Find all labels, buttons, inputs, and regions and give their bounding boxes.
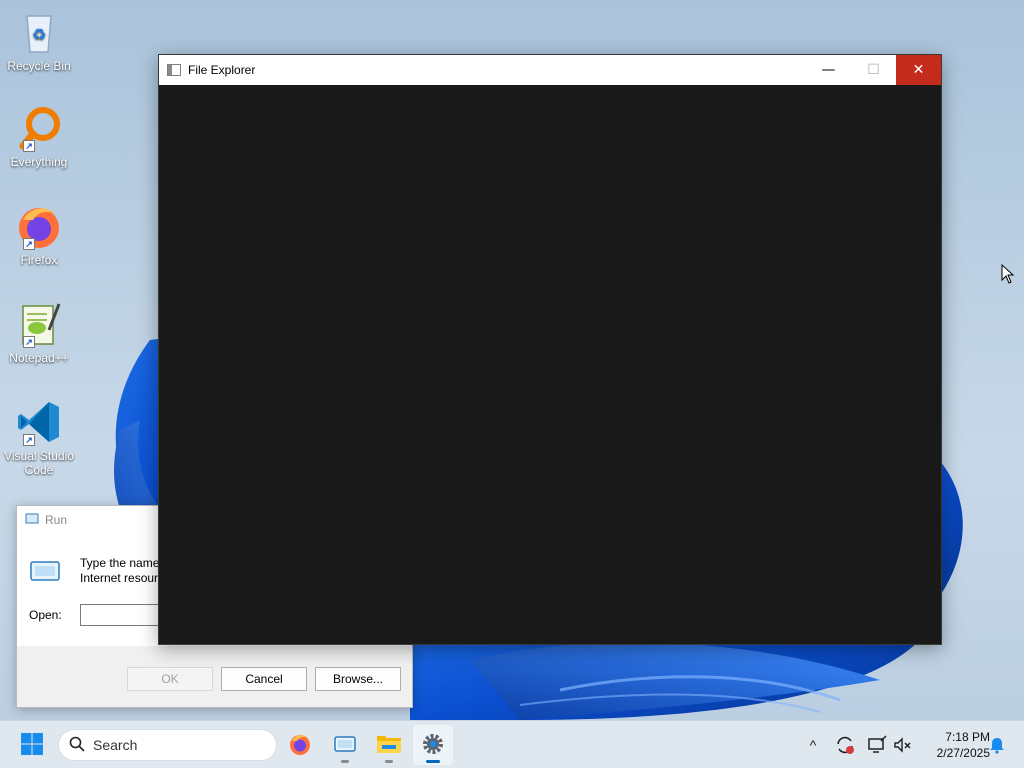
desktop-icon-firefox[interactable]: ↗ Firefox <box>4 202 74 267</box>
sync-error-icon[interactable] <box>833 733 857 757</box>
clock-date: 2/27/2025 <box>936 746 990 760</box>
run-browse-button[interactable]: Browse... <box>315 667 401 691</box>
svg-text:♻: ♻ <box>32 25 46 44</box>
desktop-icon-label: Visual Studio Code <box>4 449 74 477</box>
explorer-titlebar[interactable]: File Explorer — ☐ ✕ <box>159 55 941 85</box>
taskbar: Search ^ 7:18 PM 2/27/2025 <box>0 720 1024 768</box>
taskbar-file-explorer[interactable] <box>369 725 409 765</box>
run-ok-button[interactable]: OK <box>127 667 213 691</box>
file-explorer-icon <box>376 733 402 758</box>
start-icon <box>20 732 44 759</box>
desktop-icon-label: Firefox <box>20 253 58 267</box>
run-icon <box>333 734 357 757</box>
file-explorer-app-icon <box>167 64 181 76</box>
volume-muted-icon[interactable] <box>890 733 914 757</box>
desktop-icon-label: Notepad++ <box>9 351 69 365</box>
taskbar-firefox[interactable] <box>280 725 320 765</box>
maximize-button[interactable]: ☐ <box>851 55 896 85</box>
active-indicator <box>426 760 440 763</box>
settings-icon <box>421 732 445 759</box>
shortcut-arrow-icon: ↗ <box>23 336 35 348</box>
firefox-icon <box>288 732 312 759</box>
close-button[interactable]: ✕ <box>896 55 941 85</box>
explorer-content-area[interactable] <box>159 85 941 644</box>
notepad-plus-plus-icon: ↗ <box>15 300 63 348</box>
taskbar-search-box[interactable]: Search <box>58 729 277 761</box>
taskbar-run[interactable] <box>325 725 365 765</box>
search-label: Search <box>93 737 138 753</box>
firefox-icon: ↗ <box>15 202 63 250</box>
taskbar-clock[interactable]: 7:18 PM 2/27/2025 <box>920 729 990 761</box>
tray-overflow-chevron-icon[interactable]: ^ <box>801 733 825 757</box>
run-program-icon <box>29 558 61 587</box>
run-app-icon <box>25 513 39 528</box>
clock-time: 7:18 PM <box>945 730 990 744</box>
start-button[interactable] <box>12 725 52 765</box>
run-open-label: Open: <box>29 608 62 622</box>
recycle-bin-icon: ♻ <box>15 8 63 56</box>
search-icon <box>69 736 85 755</box>
explorer-title: File Explorer <box>188 63 256 77</box>
running-indicator <box>385 760 393 763</box>
everything-search-icon: ↗ <box>15 104 63 152</box>
running-indicator <box>341 760 349 763</box>
network-icon[interactable] <box>865 733 889 757</box>
shortcut-arrow-icon: ↗ <box>23 434 35 446</box>
desktop-icon-vscode[interactable]: ↗ Visual Studio Code <box>4 398 74 477</box>
notification-bell-icon[interactable] <box>985 733 1009 757</box>
mouse-cursor-icon <box>1001 263 1015 287</box>
run-title: Run <box>45 513 68 527</box>
desktop-icon-recycle-bin[interactable]: ♻ Recycle Bin <box>4 8 74 73</box>
run-cancel-button[interactable]: Cancel <box>221 667 307 691</box>
shortcut-arrow-icon: ↗ <box>23 140 35 152</box>
taskbar-settings[interactable] <box>413 725 453 765</box>
minimize-button[interactable]: — <box>806 55 851 85</box>
desktop-icon-label: Recycle Bin <box>7 59 71 73</box>
desktop-icon-everything[interactable]: ↗ Everything <box>4 104 74 169</box>
shortcut-arrow-icon: ↗ <box>23 238 35 250</box>
file-explorer-window[interactable]: File Explorer — ☐ ✕ <box>158 54 942 645</box>
vscode-icon: ↗ <box>15 398 63 446</box>
desktop-icon-notepad-plus-plus[interactable]: ↗ Notepad++ <box>4 300 74 365</box>
desktop-icon-label: Everything <box>10 155 68 169</box>
